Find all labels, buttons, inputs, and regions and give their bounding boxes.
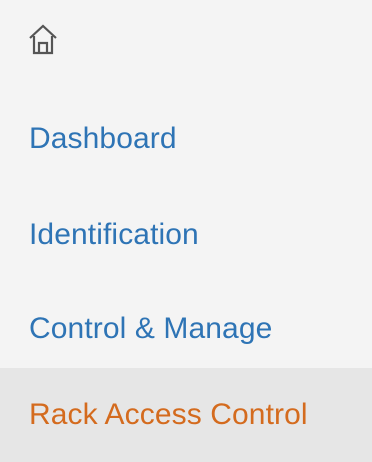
nav-item-label: Dashboard bbox=[29, 122, 177, 155]
nav-item-label: Control & Manage bbox=[29, 312, 273, 345]
nav-item-control-manage[interactable]: Control & Manage bbox=[0, 282, 372, 376]
nav-item-label: Rack Access Control bbox=[29, 398, 308, 431]
nav-item-identification[interactable]: Identification bbox=[0, 188, 372, 282]
home-icon bbox=[29, 24, 57, 55]
side-navigation: Dashboard Identification Control & Manag… bbox=[0, 0, 372, 462]
home-link[interactable] bbox=[26, 22, 60, 56]
nav-item-dashboard[interactable]: Dashboard bbox=[0, 92, 372, 186]
nav-item-label: Identification bbox=[29, 218, 199, 251]
nav-item-rack-access-control[interactable]: Rack Access Control bbox=[0, 368, 372, 462]
